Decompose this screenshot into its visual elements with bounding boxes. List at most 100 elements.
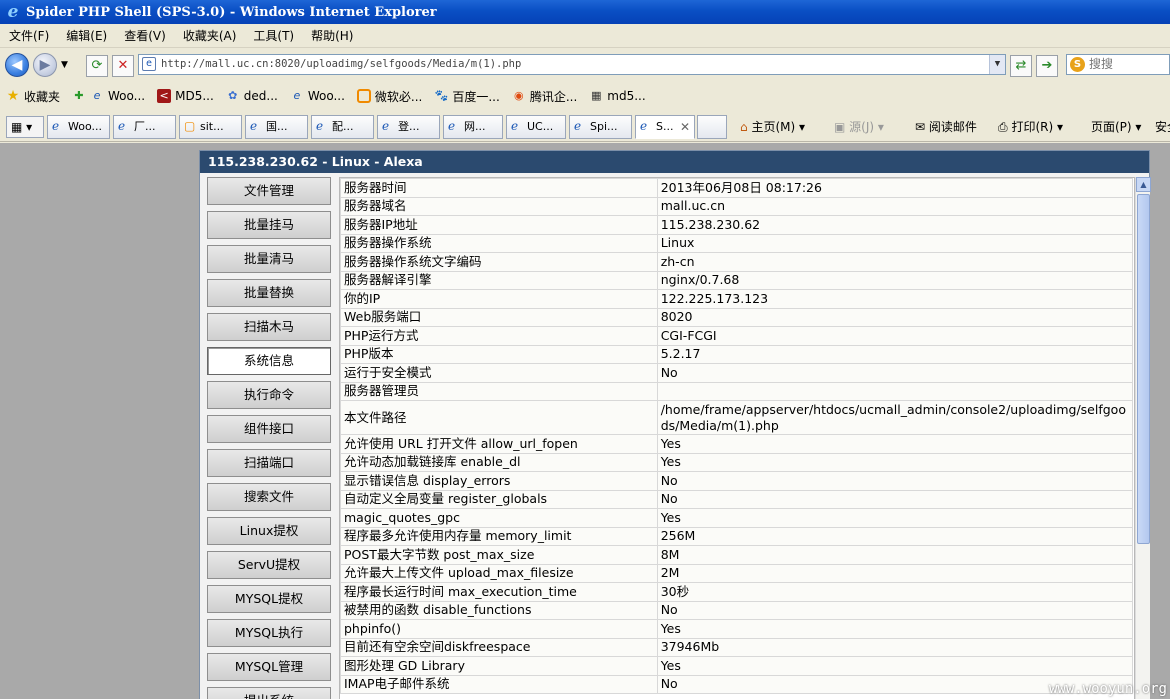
safety-menu-button[interactable]: 安全 [1155,118,1170,135]
tab[interactable]: e UC... [506,115,566,139]
sidebar-button[interactable]: ServU提权 [207,551,331,579]
info-value: 256M [656,526,1134,546]
page-menu-button[interactable]: 页面(P) ▾ [1091,118,1141,135]
quick-tabs-button[interactable]: ▦ ▾ [6,116,44,138]
fav-item-label: MD5... [175,89,214,103]
tab[interactable]: e Spi... [569,115,632,139]
fav-item[interactable]: 微软必... [356,88,422,105]
fav-item[interactable]: ◉ 腾讯企... [512,88,577,105]
sidebar-button[interactable]: MYSQL执行 [207,619,331,647]
url-input[interactable]: e http://mall.uc.cn:8020/uploadimg/selfg… [138,54,1006,75]
tab-label: 登... [398,120,420,133]
fav-item[interactable]: < MD5... [157,89,214,103]
tab[interactable]: e Woo... [47,115,110,139]
tab-active[interactable]: e S... ✕ [635,115,695,139]
search-input[interactable]: S 搜搜 [1066,54,1170,75]
feeds-button[interactable]: ▣ 源(J) ▾ [834,118,884,135]
dedecms-icon: ✿ [228,89,238,102]
refresh-button[interactable]: ⟳ [86,55,108,77]
home-icon: ⌂ [740,120,748,134]
sidebar-button[interactable]: 提出系统 [207,687,331,699]
tab[interactable]: e 登... [377,115,440,139]
info-value: Yes [656,508,1134,528]
home-button[interactable]: ⌂ 主页(M) ▾ [740,118,805,135]
tab[interactable]: e 配... [311,115,374,139]
page-label: 页面(P) [1091,120,1132,134]
info-value: Yes [656,656,1134,676]
table-row: 程序最多允许使用内存量 memory_limit 256M [340,526,1134,546]
sidebar-button[interactable]: 执行命令 [207,381,331,409]
close-tab-icon[interactable]: ✕ [680,116,690,138]
info-key: Web服务端口 [340,307,658,327]
scrollbar-thumb[interactable] [1137,194,1150,544]
info-value: zh-cn [656,252,1134,272]
read-mail-button[interactable]: ✉ 阅读邮件 [915,118,977,135]
sidebar-button[interactable]: 搜索文件 [207,483,331,511]
fav-item[interactable]: ▦ md5... [589,89,646,103]
info-value: 122.225.173.123 [656,289,1134,309]
menu-view[interactable]: 查看(V) [115,27,174,44]
site-icon: ▢ [184,119,196,133]
add-favorite-icon: ✚ [74,89,84,102]
fav-item[interactable]: 🐾 百度一... [434,88,500,105]
menu-file[interactable]: 文件(F) [0,27,57,44]
info-key: 服务器时间 [340,178,658,198]
info-key: 服务器管理员 [340,381,658,401]
info-value: 8M [656,545,1134,565]
ie-page-icon: e [511,119,519,133]
fav-item-label: Woo... [307,89,345,103]
sidebar-button[interactable]: 组件接口 [207,415,331,443]
scroll-up-icon[interactable]: ▲ [1136,177,1151,192]
feeds-label: 源(J) [849,120,875,134]
menu-help[interactable]: 帮助(H) [302,27,361,44]
favorites-button[interactable]: ★ 收藏夹 [6,88,60,105]
table-row: 目前还有空余空间diskfreespace 37946Mb [340,637,1134,657]
tab-bar: ▦ ▾ e Woo... e 厂... ▢ sit... e 国... e 配... e登… [0,110,1170,142]
forward-button[interactable]: ▶ [33,53,57,77]
sidebar-button[interactable]: MYSQL提权 [207,585,331,613]
new-tab-button[interactable] [697,115,727,139]
go-button[interactable]: ➔ [1036,55,1058,77]
grid-site-icon: ▦ [591,89,602,102]
table-row: 图形处理 GD Library Yes [340,656,1134,676]
sidebar-button[interactable]: MYSQL管理 [207,653,331,681]
url-dropdown-icon[interactable]: ▼ [989,55,1005,74]
info-value: /home/frame/appserver/htdocs/ucmall_admi… [656,400,1134,435]
history-dropdown-icon[interactable]: ▼ [61,60,68,70]
stop-button[interactable]: ✕ [112,55,134,77]
table-row: 服务器解译引擎 nginx/0.7.68 [340,270,1134,290]
menu-favorites[interactable]: 收藏夹(A) [174,27,245,44]
sidebar-button[interactable]: Linux提权 [207,517,331,545]
info-key: 运行于安全模式 [340,363,658,383]
compat-view-button[interactable]: ⇄ [1010,55,1032,77]
sidebar-button[interactable]: 扫描端口 [207,449,331,477]
scrollbar[interactable]: ▲ [1135,177,1151,699]
fav-item-label: md5... [607,89,646,103]
info-key: 允许使用 URL 打开文件 allow_url_fopen [340,434,658,454]
sidebar-button[interactable]: 批量清马 [207,245,331,273]
tab[interactable]: e 厂... [113,115,176,139]
sidebar-button[interactable]: 文件管理 [207,177,331,205]
back-button[interactable]: ◀ [5,53,29,77]
info-value: 5.2.17 [656,344,1134,364]
ie-page-icon: e [382,119,390,133]
md5-site-icon: < [157,89,172,103]
fav-item[interactable]: ✿ ded... [226,89,278,103]
fav-item[interactable]: ✚ e Woo... [72,89,145,103]
info-value: 2013年06月08日 08:17:26 [656,178,1134,198]
fav-item[interactable]: e Woo... [290,89,345,103]
read-mail-label: 阅读邮件 [928,120,977,134]
table-row: 显示错误信息 display_errors No [340,471,1134,491]
menu-tools[interactable]: 工具(T) [244,27,302,44]
table-row: 允许使用 URL 打开文件 allow_url_fopen Yes [340,434,1134,454]
sidebar-button[interactable]: 扫描木马 [207,313,331,341]
print-button[interactable]: ⎙ 打印(R) ▾ [998,118,1063,135]
sidebar-button[interactable]: 批量替换 [207,279,331,307]
menu-edit[interactable]: 编辑(E) [57,27,115,44]
sidebar-button[interactable]: 系统信息 [207,347,331,375]
tab[interactable]: ▢ sit... [179,115,242,139]
menu-bar: 文件(F) 编辑(E) 查看(V) 收藏夹(A) 工具(T) 帮助(H) [0,24,1170,48]
sidebar-button[interactable]: 批量挂马 [207,211,331,239]
tab[interactable]: e 网... [443,115,503,139]
tab[interactable]: e 国... [245,115,308,139]
